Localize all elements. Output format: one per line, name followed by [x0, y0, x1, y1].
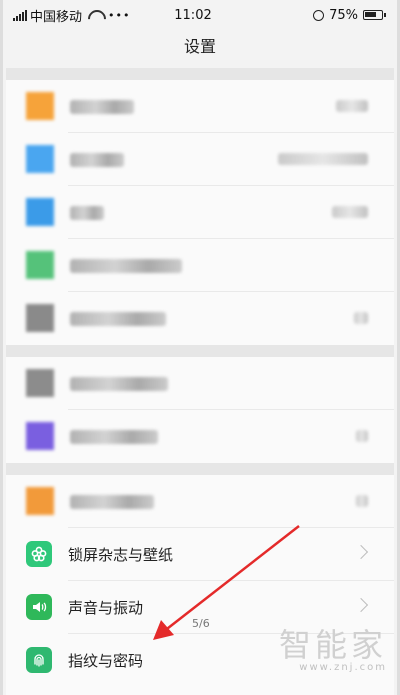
phone-screen: 中国移动 ••• 11:02 75% 设置 锁屏杂志与壁纸 声音与振动 指纹与密… [0, 0, 400, 695]
annotation-arrow-icon [153, 525, 300, 640]
watermark-title: 智能家 [278, 626, 387, 664]
watermark: 智能家 www.znj.com [279, 628, 387, 673]
